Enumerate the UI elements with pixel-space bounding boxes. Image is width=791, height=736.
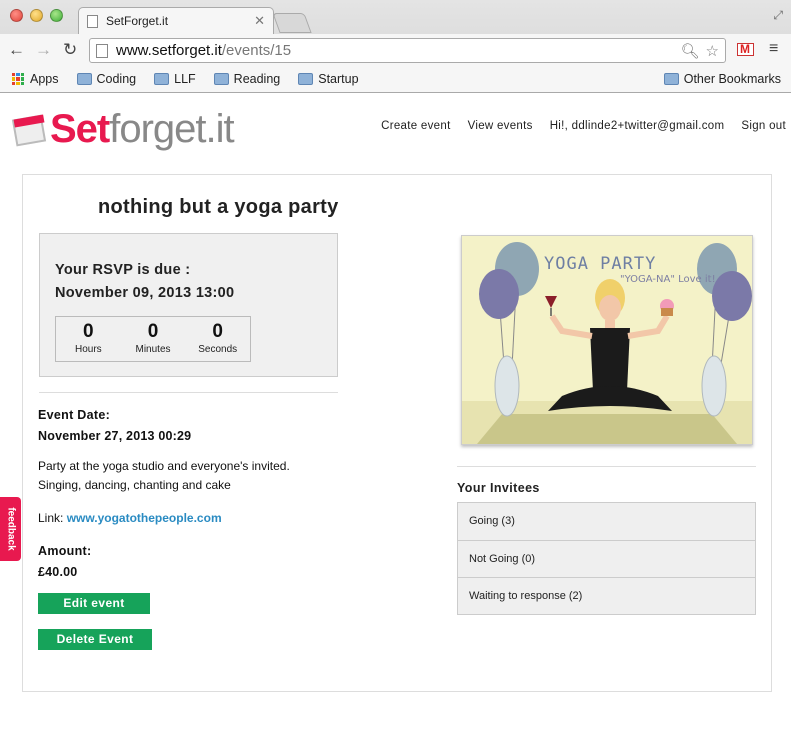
folder-icon bbox=[663, 73, 679, 85]
edit-event-button[interactable]: Edit event bbox=[38, 593, 150, 614]
invitees-waiting[interactable]: Waiting to response (2) bbox=[458, 577, 755, 614]
star-icon[interactable]: ☆ bbox=[706, 42, 719, 60]
fullscreen-icon[interactable]: ⤢ bbox=[773, 8, 783, 23]
menu-icon[interactable]: ≡ bbox=[769, 40, 778, 58]
window-controls bbox=[10, 9, 63, 22]
invitees-title: Your Invitees bbox=[457, 481, 540, 495]
bookmark-reading[interactable]: Reading bbox=[213, 72, 280, 86]
nav-sign-out[interactable]: Sign out bbox=[741, 120, 786, 132]
folder-icon bbox=[76, 73, 92, 85]
event-card: nothing but a yoga party Your RSVP is du… bbox=[22, 174, 772, 692]
address-bar[interactable]: www.setforget.it/events/15 🔍︎ ☆ bbox=[89, 38, 726, 63]
invitees-list: Going (3) Not Going (0) Waiting to respo… bbox=[457, 502, 756, 615]
event-date-label: Event Date: bbox=[38, 408, 111, 422]
close-tab-icon[interactable]: ✕ bbox=[254, 13, 265, 29]
site-header: Setforget.it Create event View events Hi… bbox=[0, 93, 791, 163]
rsvp-box: Your RSVP is due : November 09, 2013 13:… bbox=[39, 233, 338, 377]
back-arrow-icon[interactable]: ← bbox=[8, 41, 25, 59]
countdown-minutes: 0 Minutes bbox=[135, 321, 171, 356]
feedback-label: feedback bbox=[5, 507, 16, 551]
bookmark-llf[interactable]: LLF bbox=[154, 72, 196, 86]
poster-title: YOGA PARTY bbox=[544, 254, 657, 274]
browser-toolbar: ← → ↻ www.setforget.it/events/15 🔍︎ ☆ ≡ bbox=[0, 34, 791, 66]
bookmark-startup[interactable]: Startup bbox=[298, 72, 359, 86]
nav-view-events[interactable]: View events bbox=[468, 120, 533, 132]
nav-user-greeting[interactable]: Hi!, ddlinde2+twitter@gmail.com bbox=[550, 120, 725, 132]
poster-tagline: "YOGA-NA" Love it! bbox=[620, 274, 716, 285]
amount-label: Amount: bbox=[38, 544, 92, 558]
page-icon bbox=[96, 43, 108, 58]
logo-text-rest: forget.it bbox=[109, 107, 234, 151]
zoom-window-button[interactable] bbox=[50, 9, 63, 22]
event-link[interactable]: www.yogatothepeople.com bbox=[67, 511, 222, 525]
browser-tab[interactable]: SetForget.it ✕ bbox=[78, 7, 274, 34]
url-host: www.setforget.it bbox=[116, 42, 222, 59]
event-title: nothing but a yoga party bbox=[98, 196, 339, 218]
bookmark-coding[interactable]: Coding bbox=[76, 72, 136, 86]
apps-grid-icon bbox=[12, 73, 24, 85]
countdown-hours: 0 Hours bbox=[74, 321, 102, 356]
folder-icon bbox=[298, 73, 314, 85]
invitees-not-going[interactable]: Not Going (0) bbox=[458, 540, 755, 577]
delete-event-button[interactable]: Delete Event bbox=[38, 629, 152, 650]
bookmarks-bar: Apps Coding LLF Reading Startup Other Bo… bbox=[0, 66, 791, 92]
reload-icon[interactable]: ↻ bbox=[63, 41, 77, 59]
page-icon bbox=[87, 14, 98, 28]
amount-value: £40.00 bbox=[38, 565, 78, 579]
link-label: Link: bbox=[38, 511, 64, 525]
bookmark-apps[interactable]: Apps bbox=[12, 72, 59, 86]
rsvp-label: Your RSVP is due : bbox=[55, 262, 191, 278]
site-logo[interactable]: Setforget.it bbox=[11, 107, 235, 151]
folder-icon bbox=[154, 73, 170, 85]
logo-text-set: Set bbox=[50, 107, 110, 151]
event-date-value: November 27, 2013 00:29 bbox=[38, 429, 192, 443]
close-window-button[interactable] bbox=[10, 9, 23, 22]
divider bbox=[457, 466, 756, 467]
countdown-timer: 0 Hours 0 Minutes 0 Seconds bbox=[55, 316, 251, 362]
new-tab-button[interactable] bbox=[272, 13, 312, 33]
bookmark-other[interactable]: Other Bookmarks bbox=[663, 72, 781, 86]
tab-title: SetForget.it bbox=[106, 14, 169, 28]
search-icon[interactable]: 🔍︎ bbox=[681, 42, 700, 60]
feedback-tab[interactable]: feedback bbox=[0, 497, 21, 561]
forward-arrow-icon[interactable]: → bbox=[35, 41, 52, 59]
url-path: /events/15 bbox=[221, 42, 292, 59]
rsvp-date: November 09, 2013 13:00 bbox=[55, 285, 235, 301]
event-description: Party at the yoga studio and everyone's … bbox=[38, 459, 290, 492]
event-link-row: Link: www.yogatothepeople.com bbox=[38, 511, 222, 525]
browser-chrome: SetForget.it ✕ ⤢ ← → ↻ www.setforget.it /… bbox=[0, 0, 791, 93]
divider bbox=[39, 392, 338, 393]
folder-icon bbox=[213, 73, 229, 85]
minimize-window-button[interactable] bbox=[30, 9, 43, 22]
top-nav: Create event View events Hi!, ddlinde2+t… bbox=[381, 120, 786, 132]
calendar-logo-icon bbox=[11, 112, 47, 147]
event-image: YOGA PARTY "YOGA-NA" Love it! bbox=[461, 235, 753, 445]
nav-create-event[interactable]: Create event bbox=[381, 120, 450, 132]
invitees-going[interactable]: Going (3) bbox=[458, 503, 755, 540]
gmail-icon[interactable] bbox=[737, 42, 754, 56]
countdown-seconds: 0 Seconds bbox=[198, 321, 238, 356]
